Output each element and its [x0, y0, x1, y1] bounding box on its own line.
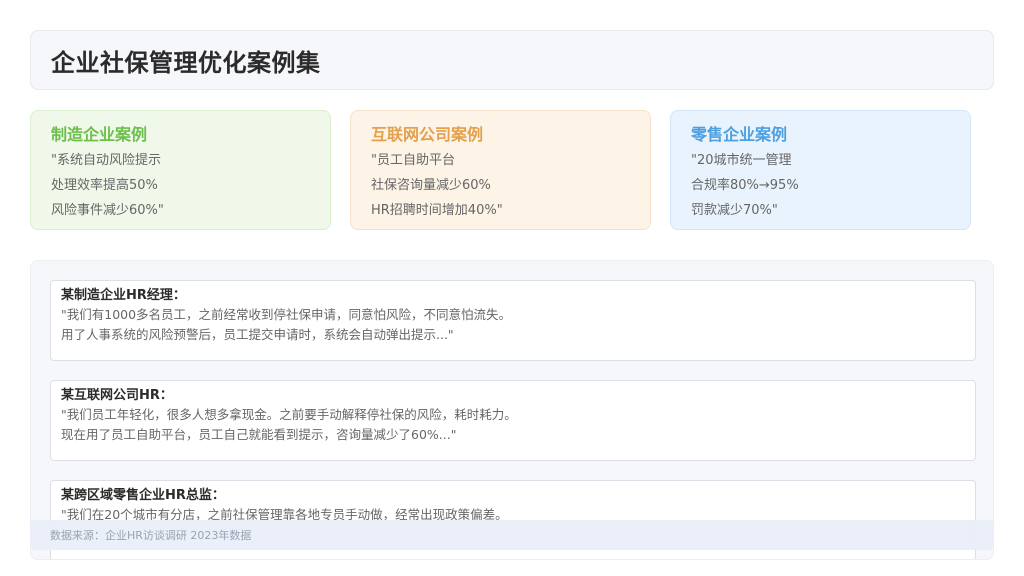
quote-author: 某互联网公司HR： [61, 388, 173, 403]
case-card-internet: 互联网公司案例 "员工自助平台 社保咨询量减少60% HR招聘时间增加40%" [350, 110, 651, 230]
quote-line: 现在用了员工自助平台，员工自己就能看到提示，咨询量减少了60%..." [61, 427, 457, 442]
card-line: 社保咨询量减少60% [371, 178, 491, 193]
card-title: 制造企业案例 [51, 125, 148, 144]
card-line: HR招聘时间增加40%" [371, 203, 503, 218]
quote-line: 用了人事系统的风险预警后，员工提交申请时，系统会自动弹出提示..." [61, 327, 454, 342]
case-card-retail: 零售企业案例 "20城市统一管理 合规率80%→95% 罚款减少70%" [670, 110, 971, 230]
page-title: 企业社保管理优化案例集 [51, 48, 321, 77]
quote-author: 某制造企业HR经理： [61, 288, 186, 303]
card-title: 互联网公司案例 [371, 125, 484, 144]
page: 企业社保管理优化案例集 制造企业案例 "系统自动风险提示 处理效率提高50% 风… [0, 0, 1024, 576]
quote-author: 某跨区域零售企业HR总监： [61, 488, 225, 503]
quote-line: "我们员工年轻化，很多人想多拿现金。之前要手动解释停社保的风险，耗时耗力。 [61, 407, 517, 422]
card-line: "员工自助平台 [371, 153, 455, 168]
card-line: 风险事件减少60%" [51, 203, 164, 218]
quote-box: 某制造企业HR经理： "我们有1000多名员工，之前经常收到停社保申请，同意怕风… [50, 280, 976, 361]
footer-bar: 数据来源：企业HR访谈调研 2023年数据 [30, 520, 994, 550]
case-card-manufacturing: 制造企业案例 "系统自动风险提示 处理效率提高50% 风险事件减少60%" [30, 110, 331, 230]
card-line: 罚款减少70%" [691, 203, 778, 218]
card-line: 处理效率提高50% [51, 178, 158, 193]
card-title: 零售企业案例 [691, 125, 788, 144]
quotes-panel[interactable]: 某制造企业HR经理： "我们有1000多名员工，之前经常收到停社保申请，同意怕风… [30, 260, 994, 560]
card-line: 合规率80%→95% [691, 178, 799, 193]
card-line: "20城市统一管理 [691, 153, 792, 168]
title-bar: 企业社保管理优化案例集 [30, 30, 994, 90]
card-line: "系统自动风险提示 [51, 153, 161, 168]
data-source-note: 数据来源：企业HR访谈调研 2023年数据 [50, 529, 252, 542]
quote-box: 某互联网公司HR： "我们员工年轻化，很多人想多拿现金。之前要手动解释停社保的风… [50, 380, 976, 461]
quote-line: "我们有1000多名员工，之前经常收到停社保申请，同意怕风险，不同意怕流失。 [61, 307, 512, 322]
